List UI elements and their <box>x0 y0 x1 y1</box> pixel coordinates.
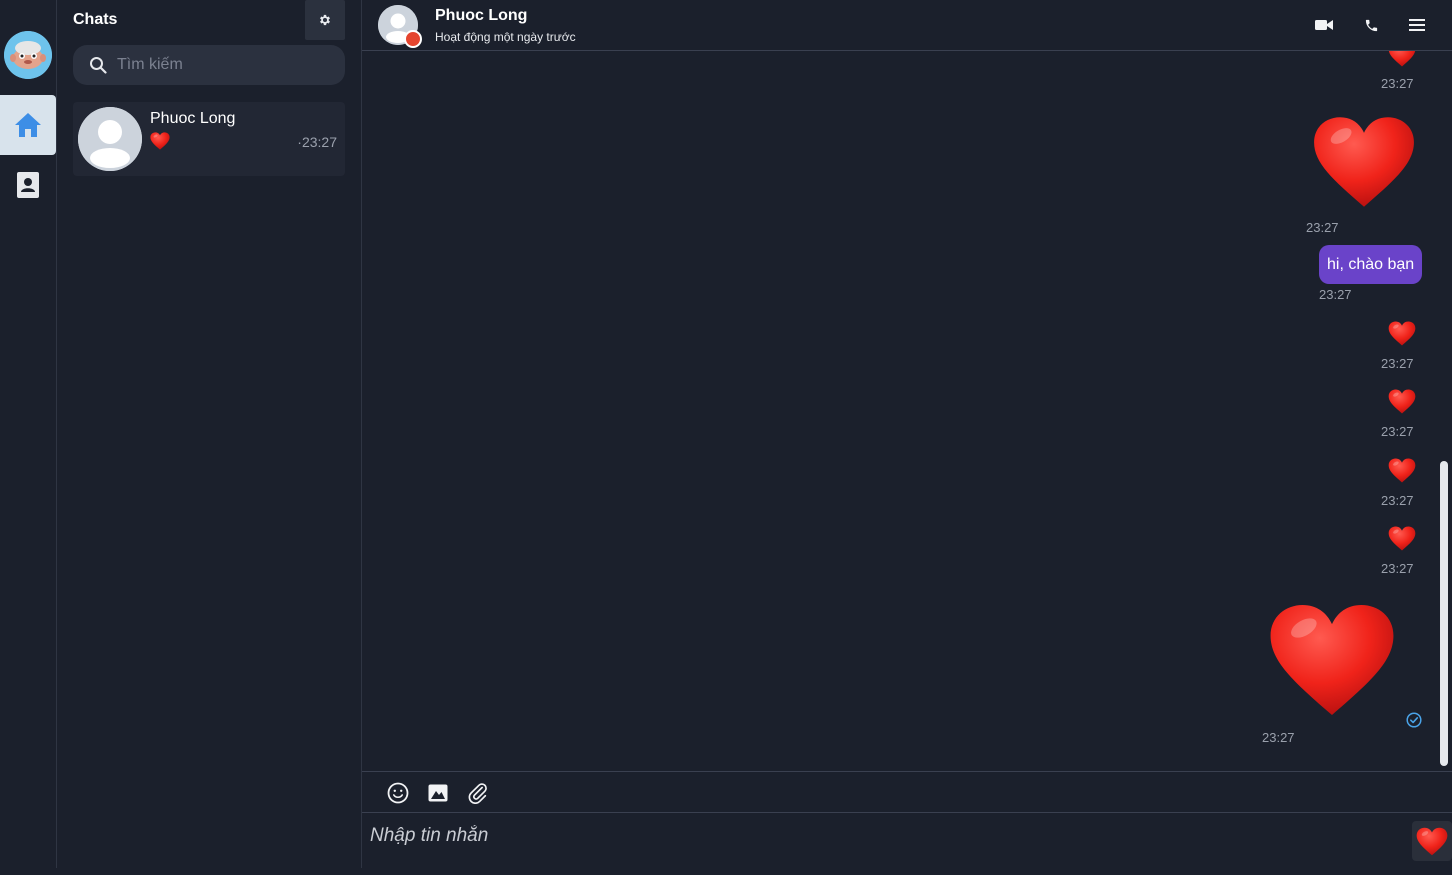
attach-file-button[interactable] <box>465 780 491 806</box>
current-user-avatar[interactable] <box>4 31 52 79</box>
emoji-button[interactable] <box>385 780 411 806</box>
conversation-name: Phuoc Long <box>150 110 236 127</box>
search-input[interactable] <box>117 56 337 74</box>
panel-title: Chats <box>73 11 118 28</box>
paperclip-icon <box>468 783 487 804</box>
conversation-last-message <box>150 132 170 155</box>
home-icon <box>15 113 41 137</box>
send-heart-button[interactable] <box>1412 821 1452 861</box>
image-button[interactable] <box>425 780 451 806</box>
video-camera-icon <box>1315 20 1333 30</box>
conversation-avatar <box>78 107 142 171</box>
heart-message <box>1388 526 1416 551</box>
heart-message <box>1388 321 1416 346</box>
hamburger-menu-icon <box>1409 19 1425 31</box>
message-time: 23:27 <box>1319 287 1352 302</box>
voice-call-button[interactable] <box>1358 12 1384 38</box>
video-call-button[interactable] <box>1311 12 1337 38</box>
heart-message <box>1268 600 1396 720</box>
chat-list-panel: Chats Phuoc Long <box>57 0 362 868</box>
heart-message <box>1388 458 1416 483</box>
seen-check-icon <box>1406 712 1422 728</box>
search-icon <box>90 57 107 74</box>
image-icon <box>428 784 448 802</box>
composer-toolbar <box>362 771 1452 813</box>
message-time: 23:27 <box>1381 424 1414 439</box>
heart-message <box>1388 389 1416 414</box>
message-composer <box>362 813 1452 868</box>
conversation-menu-button[interactable] <box>1404 12 1430 38</box>
nav-home[interactable] <box>0 95 56 155</box>
nav-rail <box>0 0 57 868</box>
heart-icon <box>150 132 170 150</box>
settings-button[interactable] <box>305 0 345 40</box>
message-time: 23:27 <box>1306 220 1339 235</box>
message-time: 23:27 <box>1381 493 1414 508</box>
heart-message <box>1312 114 1416 210</box>
message-time: 23:27 <box>1262 730 1295 745</box>
text-message-bubble: hi, chào bạn <box>1319 245 1423 284</box>
conversation-header: Phuoc Long Hoạt động một ngày trước <box>362 0 1452 51</box>
smiley-icon <box>387 782 409 804</box>
gear-icon <box>320 14 330 26</box>
message-list[interactable]: 23:27 23:27 hi, chào bạn 23:27 23:27 23:… <box>362 51 1452 771</box>
conversation-time: ·23:27 <box>297 134 337 150</box>
chat-app: Chats Phuoc Long <box>0 0 1452 875</box>
contact-status: Hoạt động một ngày trước <box>435 30 576 44</box>
search-box[interactable] <box>73 45 345 85</box>
conversation-pane: Phuoc Long Hoạt động một ngày trước 23:2… <box>362 0 1452 875</box>
default-user-icon <box>78 107 142 171</box>
message-time: 23:27 <box>1381 356 1414 371</box>
phone-icon <box>1365 19 1377 31</box>
heart-icon <box>1416 827 1448 856</box>
nav-contacts[interactable] <box>0 155 56 215</box>
heart-message <box>1388 51 1416 67</box>
message-scrollbar[interactable] <box>1440 461 1448 766</box>
contact-book-icon <box>17 172 39 198</box>
contact-name: Phuoc Long <box>435 7 528 24</box>
message-input[interactable] <box>370 821 1400 851</box>
status-indicator <box>404 30 422 48</box>
message-time: 23:27 <box>1381 76 1414 91</box>
conversation-item[interactable]: Phuoc Long ·23:27 <box>73 102 345 176</box>
message-time: 23:27 <box>1381 561 1414 576</box>
